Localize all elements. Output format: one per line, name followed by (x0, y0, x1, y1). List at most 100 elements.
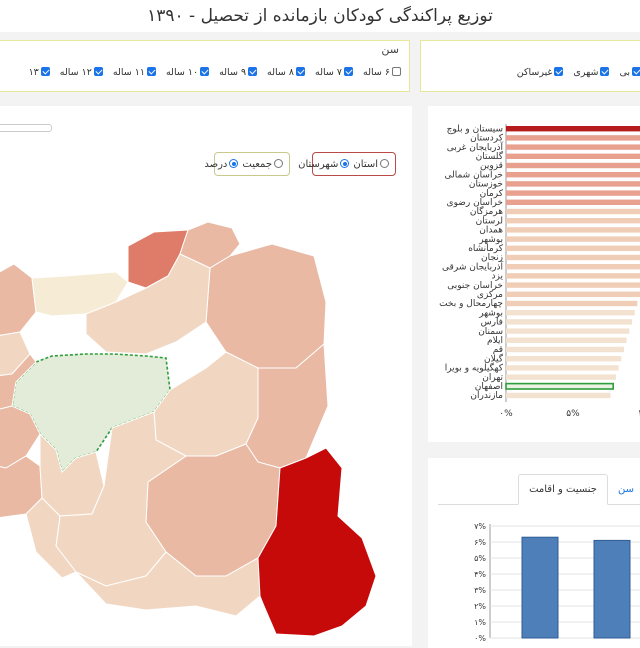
age-bar[interactable] (521, 536, 559, 639)
province-label: گیلان (484, 352, 504, 364)
province-bar[interactable] (505, 382, 614, 390)
checkbox-label: ۱۱ ساله (112, 67, 145, 78)
age-checkbox-option[interactable]: ۱۱ ساله (113, 67, 156, 78)
age-checkbox-option[interactable]: ۶ ساله (363, 67, 401, 78)
checkbox[interactable] (248, 67, 258, 76)
province-bar[interactable] (506, 346, 624, 353)
province-bar[interactable] (506, 245, 640, 251)
tab-gender-residence[interactable]: جنسیت و اقامت (518, 474, 608, 505)
province-bar[interactable] (506, 392, 611, 399)
iran-choropleth-map (0, 221, 377, 637)
page-title: توزیع پراکندگی کودکان بازمانده از تحصیل … (0, 0, 640, 32)
checkbox[interactable] (344, 67, 354, 76)
checkbox[interactable] (200, 67, 210, 76)
age-chart-y-tick: ۴% (474, 570, 486, 579)
checkbox-label: ۱۲ ساله (59, 67, 92, 78)
province-label: آذربایجان غربی (447, 141, 504, 153)
province-bar[interactable] (506, 374, 616, 380)
province-bar[interactable] (506, 356, 622, 362)
age-chart-y-tick: ۱% (474, 618, 486, 627)
province-bar[interactable] (506, 273, 640, 279)
age-checkbox-option[interactable]: ۱۳ (29, 67, 50, 78)
map-panel: استانشهرستان جمعیتدرصد (0, 106, 412, 646)
checkbox-label: ۱۰ ساله (165, 67, 199, 78)
residence-checkbox-group: بی شهری غیرساکن (507, 67, 640, 78)
province-bar[interactable] (506, 328, 630, 334)
age-checkbox-option[interactable]: ۷ ساله (315, 67, 354, 78)
bar-chart-x-tick: ۰% (499, 409, 513, 419)
province-bar-chart-panel: سیستان و بلوچ کردستان آذربایجان غربی گلستان… (428, 106, 640, 442)
age-checkbox-option[interactable]: ۱۰ ساله (165, 67, 210, 78)
checkbox[interactable] (632, 67, 640, 76)
age-chart-y-tick: ۲% (474, 602, 486, 611)
residence-checkbox-option[interactable]: شهری (573, 67, 610, 78)
province-label: کهگیلویه و بویرا (445, 362, 504, 374)
province-bar[interactable] (506, 365, 619, 371)
province-label: هرمزگان (470, 205, 503, 217)
age-chart-tabs: سنجنسیت و اقامت (438, 474, 640, 505)
province-bar[interactable] (506, 236, 640, 242)
age-chart-y-tick: ۷% (474, 522, 486, 531)
checkbox-label: ۸ ساله (267, 67, 295, 78)
checkbox-label: شهری (573, 67, 599, 78)
bar-chart-x-tick: ۵% (566, 409, 580, 419)
province-bar[interactable] (506, 291, 640, 297)
checkbox-label: غیرساکن (516, 67, 553, 78)
checkbox-label: ۹ ساله (219, 67, 247, 78)
province-label: گلستان (476, 150, 504, 162)
checkbox-label: بی (619, 67, 630, 78)
age-checkbox-option[interactable]: ۸ ساله (267, 67, 306, 78)
residence-checkbox-option[interactable]: بی (619, 67, 640, 78)
province-bar[interactable] (506, 319, 632, 325)
checkbox[interactable] (296, 67, 306, 76)
age-checkbox-option[interactable]: ۱۲ ساله (60, 67, 103, 78)
province-bar[interactable] (506, 300, 638, 307)
checkbox-label: ۶ ساله (363, 67, 390, 78)
age-bar[interactable] (593, 539, 631, 639)
checkbox[interactable] (554, 67, 564, 76)
checkbox[interactable] (40, 67, 50, 76)
checkbox-label: ۷ ساله (315, 67, 343, 78)
age-checkbox-group: ۶ ساله ۷ ساله ۸ ساله ۹ ساله ۱۰ ساله ۱۱ ساله ۱۲… (19, 67, 401, 78)
province-bar[interactable] (506, 181, 640, 187)
age-filter-label: سن (381, 43, 399, 56)
province-bar[interactable] (506, 126, 640, 132)
map-region-yazd[interactable] (153, 351, 259, 457)
age-chart-y-tick: ۰% (474, 634, 486, 643)
province-bar[interactable] (506, 199, 640, 205)
checkbox[interactable] (93, 67, 103, 76)
province-bar[interactable] (506, 282, 640, 288)
province-bar[interactable] (506, 208, 640, 215)
age-checkbox-option[interactable]: ۹ ساله (219, 67, 258, 78)
province-bar[interactable] (506, 144, 640, 150)
province-bar[interactable] (506, 254, 640, 261)
province-bar[interactable] (506, 310, 635, 316)
province-bar[interactable] (506, 264, 640, 270)
residence-checkbox-option[interactable]: غیرساکن (517, 67, 564, 78)
map-region-khorasan-razavi[interactable] (205, 243, 327, 369)
age-chart-panel: سنجنسیت و اقامت ۰% ۱% ۲% ۳% ۴% ۵% ۶% ۷% (428, 458, 640, 648)
checkbox[interactable] (392, 67, 401, 76)
checkbox[interactable] (146, 67, 156, 76)
province-bar[interactable] (506, 337, 627, 343)
age-chart-y-tick: ۶% (474, 538, 486, 547)
province-bar[interactable] (506, 135, 640, 141)
province-label: مازندران (470, 391, 503, 401)
province-bar[interactable] (506, 172, 640, 178)
residence-filter-box: بی شهری غیرساکن (420, 40, 640, 92)
province-bar[interactable] (506, 227, 640, 233)
checkbox-label: ۱۳ (28, 67, 39, 78)
province-bar[interactable] (506, 153, 640, 159)
province-bar-chart: سیستان و بلوچکردستانآذربایجان غربیگلستان… (439, 124, 640, 419)
province-label: آذربایجان شرقی (442, 260, 503, 272)
province-bar[interactable] (506, 190, 640, 196)
map-region-northwest[interactable] (0, 263, 37, 336)
tab-age[interactable]: سن (608, 475, 640, 504)
province-bar[interactable] (506, 162, 640, 169)
age-chart-y-tick: ۵% (474, 554, 486, 563)
age-chart-y-tick: ۳% (474, 586, 486, 595)
age-filter-box: سن ۶ ساله ۷ ساله ۸ ساله ۹ ساله ۱۰ ساله ۱۱ سال… (0, 40, 410, 92)
province-bar[interactable] (506, 218, 640, 224)
age-bar-chart: ۰% ۱% ۲% ۳% ۴% ۵% ۶% ۷% (474, 522, 640, 643)
checkbox[interactable] (600, 67, 610, 76)
